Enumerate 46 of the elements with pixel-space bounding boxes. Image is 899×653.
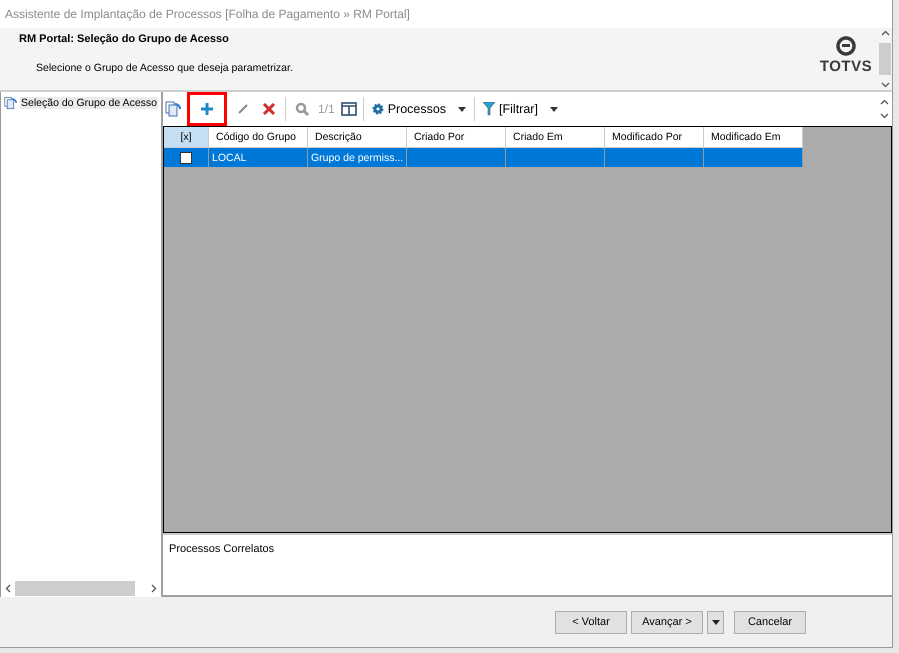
column-header[interactable]: Modificado Em [704,127,803,148]
pencil-icon [237,103,249,115]
gear-icon [372,103,384,115]
processes-menu[interactable]: Processos [370,94,468,124]
dialog-button[interactable]: Avançar > [631,610,703,634]
table-cell: Grupo de permiss... [308,148,407,167]
column-header[interactable]: [x] [164,127,209,148]
filter-icon [483,102,496,116]
caret-icon [458,106,466,112]
column-header[interactable]: Código do Grupo [209,127,308,148]
table-cell: LOCAL [209,148,308,167]
scroll-up-icon[interactable] [880,99,889,105]
scroll-right-icon[interactable] [151,584,157,593]
refresh-icon[interactable] [4,95,17,111]
column-header[interactable]: Criado Em [506,127,605,148]
caret-icon [712,620,720,624]
scrollbar-thumb[interactable] [879,43,891,75]
page-title: RM Portal: Seleção do Grupo de Acesso [19,33,230,45]
page-subtitle: Selecione o Grupo de Acesso que deseja parametrizar. [35,62,294,74]
columns-icon[interactable] [340,102,357,116]
row-checkbox[interactable] [180,152,192,164]
logo-icon [836,36,856,56]
scroll-up-icon[interactable] [880,30,890,36]
add-button[interactable] [187,92,227,126]
column-header[interactable]: Criado Por [407,127,506,148]
dialog-button[interactable]: < Voltar [555,610,627,634]
column-header[interactable]: Descrição [308,127,407,148]
scroll-left-icon[interactable] [5,584,11,593]
table-row[interactable]: LOCAL Grupo de permiss... [164,148,891,167]
filter-menu[interactable]: [Filtrar] [481,94,560,124]
sidebar-item[interactable]: Seleção do Grupo de Acesso [20,97,158,109]
logo-text: TOTVS [820,58,872,75]
dropdown-button[interactable] [707,610,724,634]
scroll-down-icon[interactable] [880,82,890,88]
refresh-icon[interactable] [165,101,181,117]
search-icon [295,102,309,116]
page-counter: 1/1 [318,102,335,116]
column-header[interactable]: Modificado Por [605,127,704,148]
close-icon [263,103,275,115]
related-processes-title: Processos Correlatos [169,543,274,555]
window-title: Assistente de Implantação de Processos [Folha de Pagamento » RM Portal] [5,7,410,21]
scrollbar-thumb[interactable] [15,581,135,596]
caret-icon [550,106,558,112]
scroll-down-icon[interactable] [880,113,889,119]
dialog-button[interactable]: Cancelar [734,610,806,634]
plus-icon [201,103,213,115]
